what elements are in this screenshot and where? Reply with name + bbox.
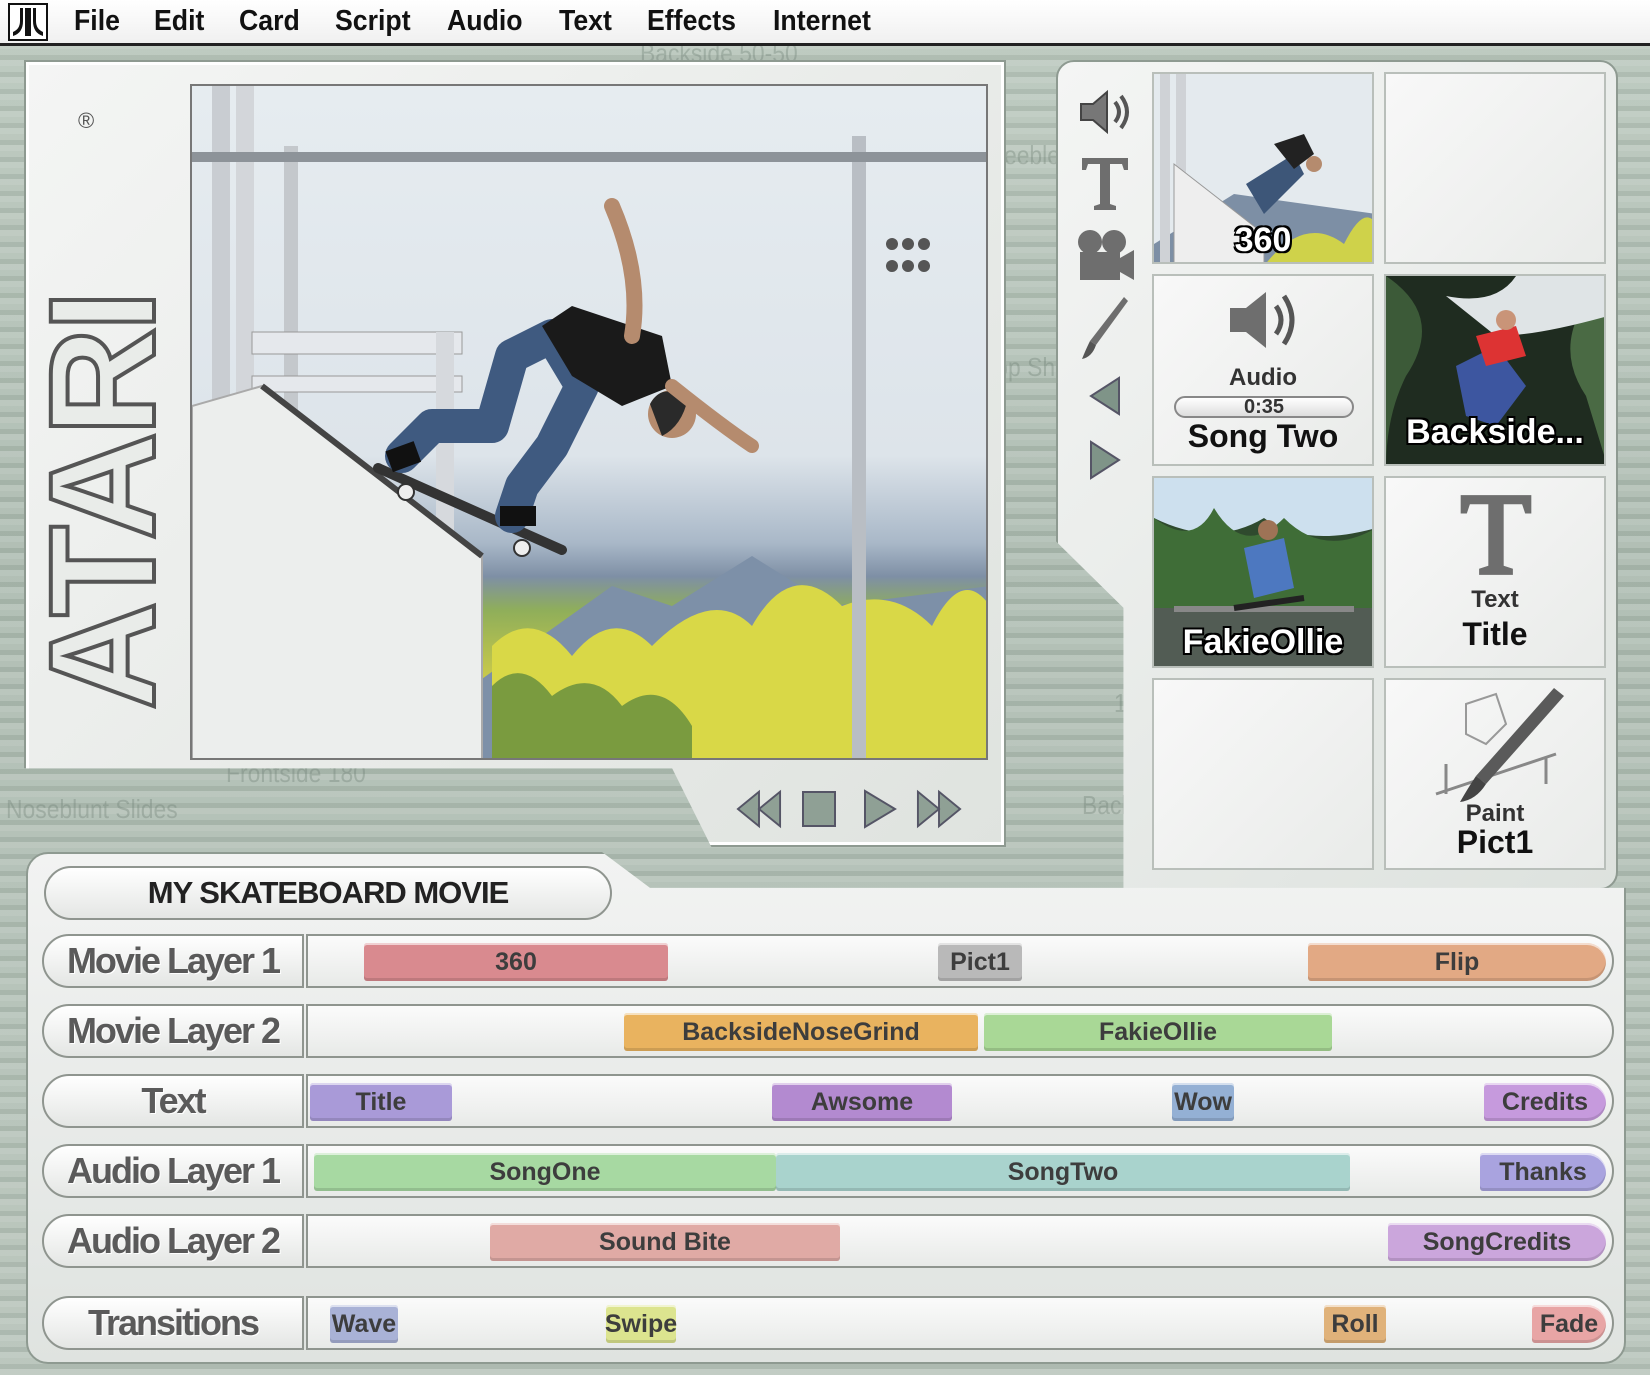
library-tile-360[interactable]: 360 [1152, 72, 1374, 264]
tile-caption: 360 [1234, 221, 1292, 259]
registered-mark: ® [78, 112, 94, 133]
prev-arrow-icon[interactable] [1072, 364, 1138, 428]
menu-script[interactable]: Script [335, 5, 411, 38]
row-label-transitions[interactable]: Transitions [42, 1296, 304, 1350]
transport-controls [736, 786, 962, 832]
menu-file[interactable]: File [74, 5, 120, 38]
library-tile-song-two[interactable]: Audio 0:35 Song Two [1152, 274, 1374, 466]
menubar: File Edit Card Script Audio Text Effects… [0, 0, 1650, 46]
next-arrow-icon[interactable] [1072, 428, 1138, 492]
timeline-clip[interactable]: BacksideNoseGrind [624, 1013, 978, 1051]
menu-effects[interactable]: Effects [647, 5, 736, 38]
paintbrush-icon[interactable] [1072, 292, 1138, 364]
stop-icon[interactable] [796, 786, 842, 832]
tile-type-label: Audio [1229, 364, 1297, 391]
fast-forward-icon[interactable] [916, 786, 962, 832]
track-text[interactable]: Title Awsome Wow Credits [306, 1074, 1614, 1128]
skater-scene [192, 86, 986, 758]
text-tool-icon [1460, 495, 1532, 575]
track-transitions[interactable]: Wave Swipe Roll Fade [306, 1296, 1614, 1350]
movie-camera-icon[interactable] [1072, 220, 1138, 292]
timeline-clip[interactable]: FakieOllie [984, 1013, 1332, 1051]
video-preview[interactable] [190, 84, 988, 760]
row-label-audio-layer-1[interactable]: Audio Layer 1 [42, 1144, 304, 1198]
timeline-clip[interactable]: 360 [364, 943, 668, 981]
timeline-clip[interactable]: Flip [1308, 943, 1606, 981]
tile-caption: Title [1462, 616, 1528, 652]
atari-wordmark: ATARI [36, 294, 176, 710]
timeline-clip[interactable]: SongCredits [1388, 1223, 1606, 1261]
row-label-audio-layer-2[interactable]: Audio Layer 2 [42, 1214, 304, 1268]
library-tile-title[interactable]: Text Title [1384, 476, 1606, 668]
library-tile-backside[interactable]: Backside... [1384, 274, 1606, 466]
timeline-clip[interactable]: Swipe [605, 1305, 677, 1343]
text-tool-icon[interactable] [1072, 148, 1138, 220]
menu-edit[interactable]: Edit [154, 5, 204, 38]
row-label-movie-layer-2[interactable]: Movie Layer 2 [42, 1004, 304, 1058]
speaker-icon [1230, 292, 1295, 348]
tool-palette [1072, 76, 1138, 492]
menu-text[interactable]: Text [559, 5, 612, 38]
tile-type-label: Text [1471, 586, 1519, 613]
timeline-clip[interactable]: Wave [330, 1305, 398, 1343]
row-label-movie-layer-1[interactable]: Movie Layer 1 [42, 934, 304, 988]
library-tile-empty[interactable] [1152, 678, 1374, 870]
track-audio-layer-2[interactable]: Sound Bite SongCredits [306, 1214, 1614, 1268]
tile-caption: Backside... [1406, 413, 1584, 451]
timeline-clip[interactable]: Credits [1484, 1083, 1606, 1121]
rewind-icon[interactable] [736, 786, 782, 832]
background-word: Noseblunt Slides [6, 794, 178, 824]
speaker-icon[interactable] [1072, 76, 1138, 148]
track-movie-layer-1[interactable]: 360 Pict1 Flip [306, 934, 1614, 988]
tile-caption: Pict1 [1456, 824, 1534, 860]
timeline-clip[interactable]: SongTwo [776, 1153, 1350, 1191]
row-label-text[interactable]: Text [42, 1074, 304, 1128]
paint-sketch-icon [1435, 688, 1564, 802]
track-movie-layer-2[interactable]: BacksideNoseGrind FakieOllie [306, 1004, 1614, 1058]
atari-brand-logo: ATARI ® [36, 112, 176, 712]
tile-caption: Song Two [1187, 418, 1339, 454]
menu-audio[interactable]: Audio [447, 5, 523, 38]
atari-logo-icon[interactable] [8, 2, 48, 41]
timeline-clip[interactable]: Fade [1532, 1305, 1606, 1343]
track-audio-layer-1[interactable]: SongOne SongTwo Thanks [306, 1144, 1614, 1198]
tile-caption: FakieOllie [1182, 623, 1344, 661]
timeline-clip[interactable]: Wow [1172, 1083, 1234, 1121]
timeline-clip[interactable]: Thanks [1480, 1153, 1606, 1191]
menu-internet[interactable]: Internet [773, 5, 871, 38]
timeline-clip[interactable]: Title [310, 1083, 452, 1121]
timeline-clip[interactable]: Sound Bite [490, 1223, 840, 1261]
library-tile-empty[interactable] [1384, 72, 1606, 264]
timeline-clip[interactable]: SongOne [314, 1153, 776, 1191]
timeline-clip[interactable]: Roll [1324, 1305, 1386, 1343]
library-tile-fakieollie[interactable]: FakieOllie [1152, 476, 1374, 668]
movie-title[interactable]: MY SKATEBOARD MOVIE [44, 866, 612, 920]
timeline-clip[interactable]: Pict1 [938, 943, 1022, 981]
timeline-clip[interactable]: Awsome [772, 1083, 952, 1121]
play-icon[interactable] [856, 786, 902, 832]
menu-card[interactable]: Card [239, 5, 300, 38]
audio-duration-bar: 0:35 [1174, 396, 1354, 418]
library-tile-pict1[interactable]: Paint Pict1 [1384, 678, 1606, 870]
